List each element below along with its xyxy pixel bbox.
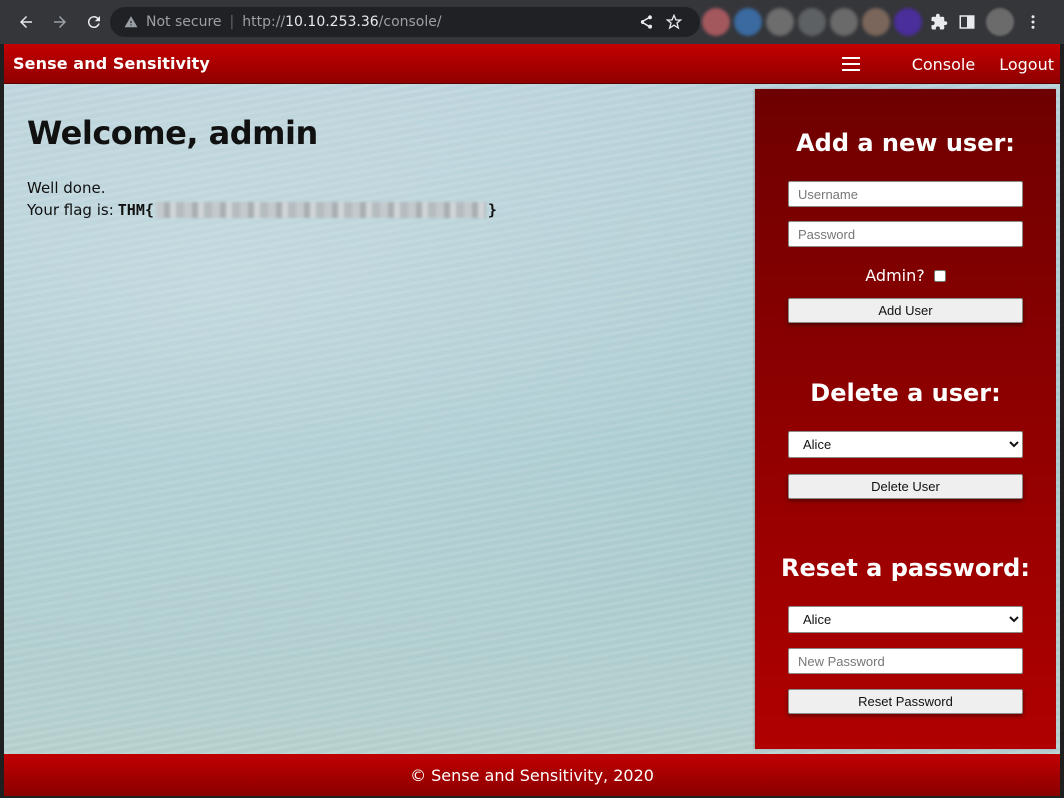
flag-open: THM{ — [117, 201, 154, 219]
flag-label: Your flag is: — [27, 201, 114, 219]
url-path: /console/ — [378, 14, 442, 30]
admin-panel: Add a new user: Admin? Add User Delete a… — [755, 89, 1056, 749]
forward-arrow-icon — [54, 16, 66, 28]
side-panel-icon[interactable] — [958, 13, 976, 31]
puzzle-icon[interactable] — [930, 13, 948, 31]
extension-icon-4[interactable] — [798, 8, 826, 36]
site-brand[interactable]: Sense and Sensitivity — [13, 54, 210, 73]
back-arrow-icon — [20, 16, 32, 28]
security-label[interactable]: Not secure — [146, 14, 222, 30]
window-frame-right — [1060, 44, 1064, 798]
add-user-button[interactable]: Add User — [788, 298, 1023, 323]
nav-link-logout[interactable]: Logout — [999, 55, 1054, 74]
address-bar[interactable]: Not secure | http://10.10.253.36/console… — [110, 7, 700, 37]
menu-dots-icon[interactable] — [1024, 13, 1042, 31]
success-message: Well done. — [27, 179, 106, 197]
admin-label: Admin? — [865, 266, 925, 285]
profile-avatar[interactable] — [986, 8, 1014, 36]
flag-value: THM{ } — [118, 201, 497, 219]
admin-row: Admin? — [755, 266, 1056, 285]
bookmark-star-icon[interactable] — [666, 14, 682, 30]
warning-icon — [124, 16, 138, 28]
share-icon[interactable] — [638, 14, 654, 30]
reset-password-button[interactable]: Reset Password — [788, 689, 1023, 714]
new-password-input[interactable] — [788, 648, 1023, 674]
flag-close: } — [487, 201, 497, 219]
hamburger-menu-icon[interactable] — [841, 57, 860, 71]
reload-button[interactable] — [78, 6, 110, 38]
delete-user-heading: Delete a user: — [810, 379, 1001, 407]
redacted-flag — [155, 202, 486, 218]
site-footer: © Sense and Sensitivity, 2020 — [4, 754, 1060, 796]
username-input[interactable] — [788, 181, 1023, 207]
add-user-heading: Add a new user: — [796, 129, 1015, 157]
flag-line: Your flag is: THM{ } — [27, 201, 497, 219]
back-button[interactable] — [10, 6, 42, 38]
footer-copyright: © Sense and Sensitivity, 2020 — [410, 765, 654, 785]
main-content: Welcome, admin Well done. Your flag is: … — [4, 84, 1060, 754]
nav-link-console[interactable]: Console — [912, 55, 976, 74]
extension-icons — [702, 8, 922, 36]
separator: | — [229, 14, 235, 30]
site-header: Sense and Sensitivity Console Logout — [4, 44, 1060, 84]
reset-password-heading: Reset a password: — [781, 554, 1030, 582]
page-title: Welcome, admin — [27, 114, 318, 152]
url-scheme: http:// — [242, 14, 286, 30]
delete-user-select[interactable]: Alice — [788, 431, 1023, 458]
reload-icon — [87, 16, 100, 29]
delete-user-button[interactable]: Delete User — [788, 474, 1023, 499]
extension-icon-3[interactable] — [766, 8, 794, 36]
extension-icon-1[interactable] — [702, 8, 730, 36]
admin-checkbox[interactable] — [933, 269, 946, 282]
extension-icon-2[interactable] — [734, 8, 762, 36]
password-input[interactable] — [788, 221, 1023, 247]
extension-icon-5[interactable] — [830, 8, 858, 36]
reset-user-select[interactable]: Alice — [788, 606, 1023, 633]
forward-button[interactable] — [44, 6, 76, 38]
extension-icon-7[interactable] — [894, 8, 922, 36]
extension-icon-6[interactable] — [862, 8, 890, 36]
url-host: 10.10.253.36 — [285, 14, 379, 30]
